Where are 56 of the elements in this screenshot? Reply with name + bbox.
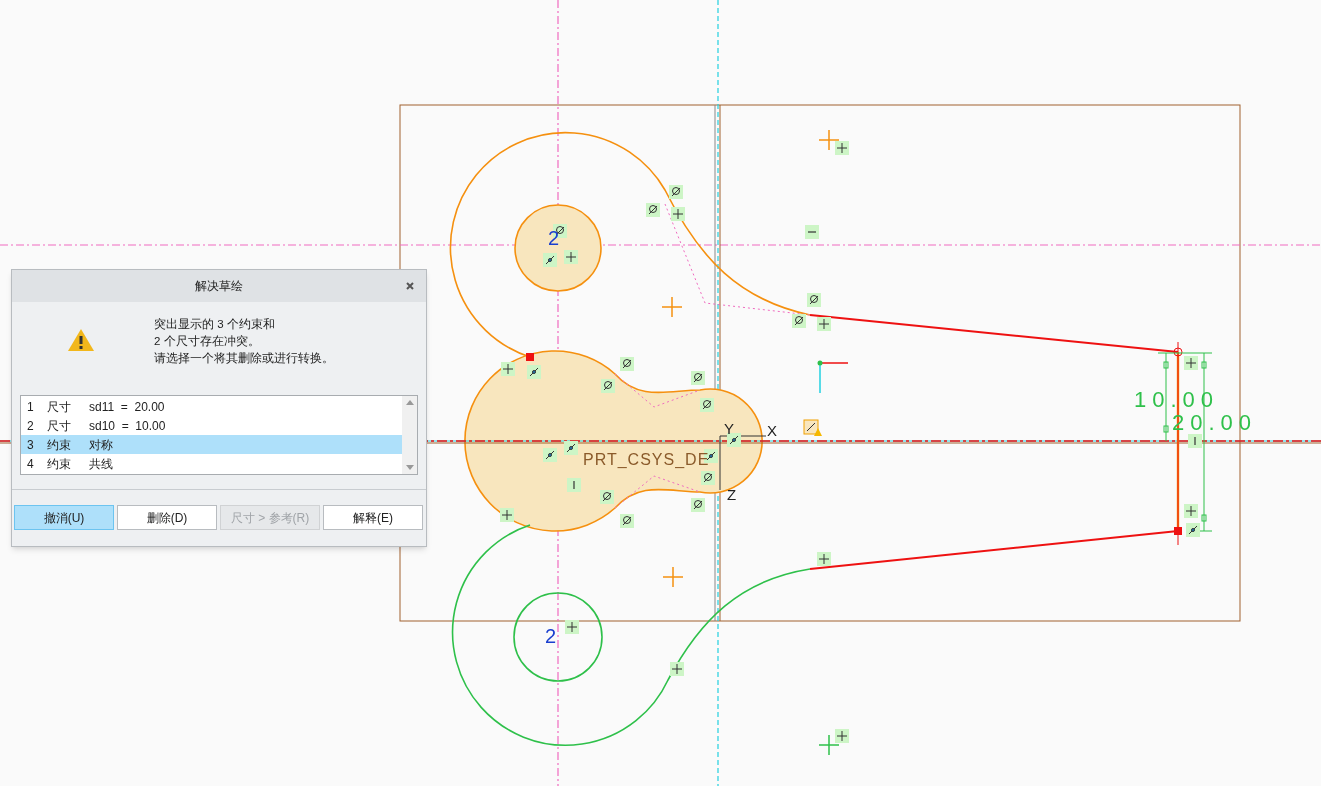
dialog-button[interactable]: 删除(D) (117, 505, 217, 530)
constraint-icon (527, 365, 541, 379)
constraint-icon (700, 398, 714, 412)
dialog-button[interactable]: 解释(E) (323, 505, 423, 530)
constraint-icon (1184, 356, 1198, 370)
axis-label: X (767, 422, 777, 439)
dialog-button[interactable]: 撤消(U) (14, 505, 114, 530)
constraint-icon (501, 362, 515, 376)
constraint-icon (564, 441, 578, 455)
constraint-icon (1186, 523, 1200, 537)
constraint-icon (500, 508, 514, 522)
conflict-row[interactable]: 1 尺寸 sd11 = 20.00 (21, 397, 402, 416)
constraint-icon (817, 552, 831, 566)
constraint-icon (807, 293, 821, 307)
dialog-title: 解决草绘 (195, 278, 243, 295)
close-icon[interactable] (406, 282, 414, 290)
constraint-icon (671, 207, 685, 221)
constraint-icon (543, 253, 557, 267)
constraint-icon (565, 620, 579, 634)
constraint-icon (567, 478, 581, 492)
axis-label: Y (724, 420, 734, 437)
conflict-row[interactable]: 2 尺寸 sd10 = 10.00 (21, 416, 402, 435)
dialog-message-line: 请选择一个将其删除或进行转换。 (154, 351, 334, 366)
warning-icon (67, 328, 95, 352)
csys-label: PRT_CSYS_DE (583, 451, 710, 468)
constraint-icon (600, 490, 614, 504)
constraint-icon (691, 371, 705, 385)
dialog-message-line: 突出显示的 3 个约束和 (154, 317, 276, 332)
constraint-icon (701, 471, 715, 485)
constraint-icon (805, 225, 819, 239)
constraint-icon (670, 662, 684, 676)
constraint-icon (835, 729, 849, 743)
dialog-message-line: 2 个尺寸存在冲突。 (154, 334, 261, 349)
constraint-icon (669, 185, 683, 199)
warning-constraint-icon (803, 419, 822, 436)
constraint-icon (1188, 434, 1202, 448)
constraint-icon (564, 250, 578, 264)
constraint-icon (620, 357, 634, 371)
constraint-icon (1184, 504, 1198, 518)
constraint-icon (601, 379, 615, 393)
constraint-icon (620, 514, 634, 528)
axis-label: Z (727, 486, 737, 503)
scrollbar[interactable] (402, 396, 417, 474)
constraint-icon (691, 498, 705, 512)
scroll-up-icon[interactable] (405, 400, 414, 405)
constraint-icon (727, 433, 741, 447)
circle-count-label: 2 (548, 227, 560, 249)
scroll-down-icon[interactable] (405, 465, 414, 470)
circle-count-label: 2 (545, 625, 557, 647)
constraint-icon (543, 448, 557, 462)
constraint-icon (817, 317, 831, 331)
constraint-icon (835, 141, 849, 155)
constraint-icon (646, 203, 660, 217)
conflict-row[interactable]: 4 约束 共线 (21, 454, 402, 473)
constraint-icon (792, 314, 806, 328)
conflict-row[interactable]: 3 约束 对称 (21, 435, 402, 454)
